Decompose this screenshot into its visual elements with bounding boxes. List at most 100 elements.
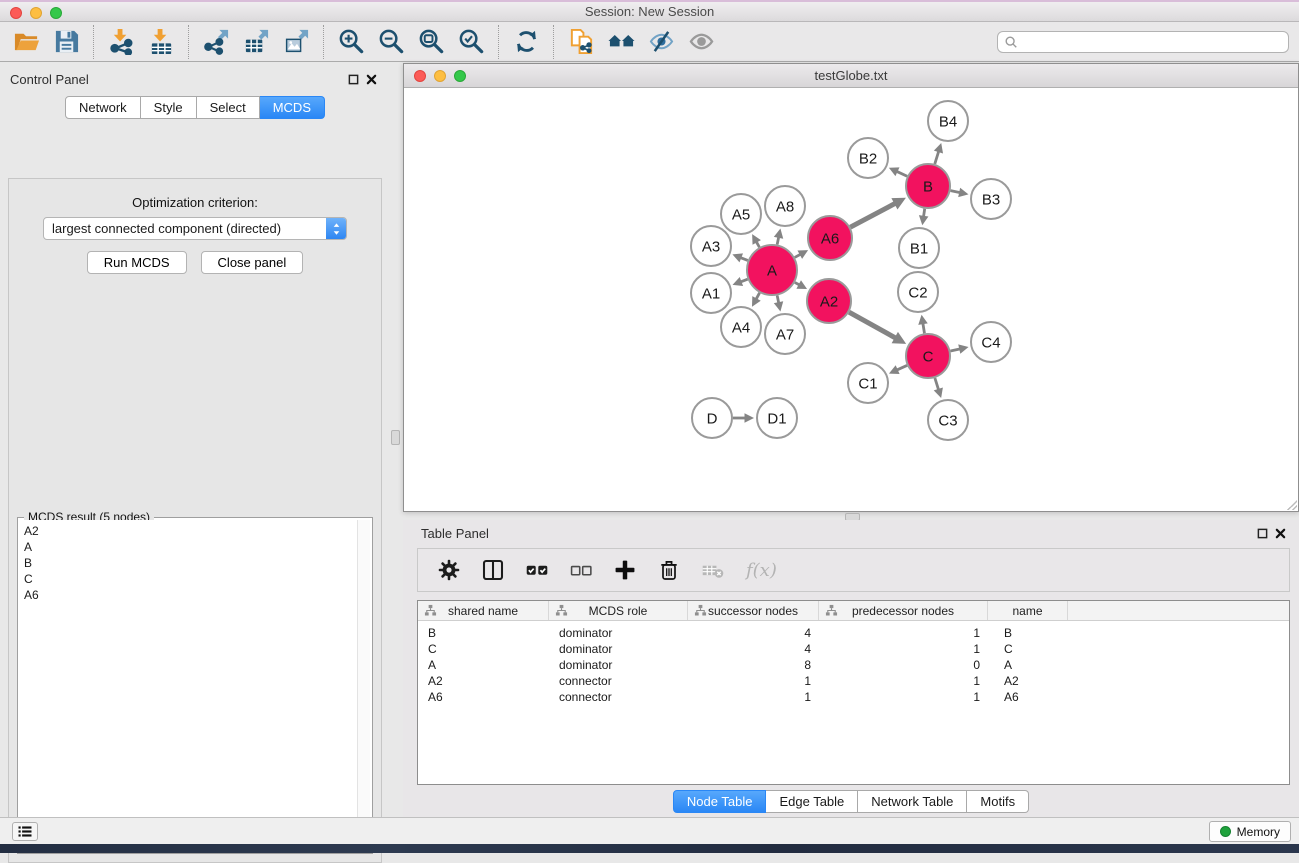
- gear-icon[interactable]: [434, 555, 464, 585]
- mcds-result-item[interactable]: A: [24, 539, 356, 555]
- node-C2[interactable]: C2: [898, 272, 938, 312]
- run-mcds-button[interactable]: Run MCDS: [87, 251, 187, 274]
- network-graph[interactable]: AA6A2BCA1A3A4A5A7A8B1B2B3B4C1C2C3C4DD1: [404, 88, 1298, 511]
- table-cell[interactable]: 8: [688, 658, 819, 672]
- node-B3[interactable]: B3: [971, 179, 1011, 219]
- table-cell[interactable]: A6: [418, 690, 549, 704]
- node-A5[interactable]: A5: [721, 194, 761, 234]
- table-cell[interactable]: dominator: [549, 626, 688, 640]
- close-panel-icon[interactable]: [362, 71, 380, 87]
- node-A7[interactable]: A7: [765, 314, 805, 354]
- delete-row-icon[interactable]: [654, 555, 684, 585]
- minimize-window-button[interactable]: [30, 7, 42, 19]
- function-builder-icon[interactable]: f(x): [742, 555, 781, 585]
- table-cell[interactable]: B: [418, 626, 549, 640]
- node-B1[interactable]: B1: [899, 228, 939, 268]
- node-C1[interactable]: C1: [848, 363, 888, 403]
- table-cell[interactable]: A6: [988, 690, 1068, 704]
- close-window-button[interactable]: [10, 7, 22, 19]
- edge-A-A3[interactable]: [740, 258, 747, 261]
- table-cell[interactable]: 1: [688, 690, 819, 704]
- edge-A2-C[interactable]: [849, 312, 896, 338]
- table-cell[interactable]: A: [988, 658, 1068, 672]
- import-table-icon[interactable]: [141, 25, 181, 59]
- node-C4[interactable]: C4: [971, 322, 1011, 362]
- zoom-selected-icon[interactable]: [451, 25, 491, 59]
- edge-B-B3[interactable]: [951, 191, 961, 193]
- mcds-result-item[interactable]: A2: [24, 523, 356, 539]
- zoom-window-button[interactable]: [50, 7, 62, 19]
- network-window-titlebar[interactable]: testGlobe.txt: [404, 64, 1298, 88]
- network-minimize-button[interactable]: [434, 70, 446, 82]
- table-cell[interactable]: dominator: [549, 642, 688, 656]
- node-A3[interactable]: A3: [691, 226, 731, 266]
- node-C3[interactable]: C3: [928, 400, 968, 440]
- node-A1[interactable]: A1: [691, 273, 731, 313]
- export-network-icon[interactable]: [196, 25, 236, 59]
- tab-motifs[interactable]: Motifs: [967, 790, 1029, 813]
- table-cell[interactable]: 1: [819, 642, 988, 656]
- edge-A-A4[interactable]: [756, 293, 760, 299]
- search-box[interactable]: [997, 31, 1289, 53]
- close-table-panel-icon[interactable]: [1271, 525, 1289, 541]
- table-cell[interactable]: A2: [418, 674, 549, 688]
- refresh-layout-icon[interactable]: [506, 25, 546, 59]
- mcds-result-item[interactable]: A6: [24, 587, 356, 603]
- edge-A6-B[interactable]: [850, 203, 895, 227]
- edge-C-C4[interactable]: [950, 349, 960, 351]
- open-file-icon[interactable]: [6, 25, 46, 59]
- show-graphics-details-icon[interactable]: [681, 25, 721, 59]
- delete-table-icon[interactable]: [698, 555, 728, 585]
- node-A2[interactable]: A2: [807, 279, 851, 323]
- edge-C-C3[interactable]: [935, 378, 939, 390]
- float-table-panel-icon[interactable]: [1253, 525, 1271, 541]
- node-C[interactable]: C: [906, 334, 950, 378]
- column-header-shared-name[interactable]: shared name: [418, 601, 549, 620]
- table-cell[interactable]: A: [418, 658, 549, 672]
- table-cell[interactable]: 4: [688, 642, 819, 656]
- table-cell[interactable]: 1: [819, 626, 988, 640]
- edge-B-B4[interactable]: [935, 151, 939, 164]
- node-A4[interactable]: A4: [721, 307, 761, 347]
- edge-B-B2[interactable]: [897, 171, 908, 176]
- tab-select[interactable]: Select: [197, 96, 260, 119]
- hide-graphics-details-icon[interactable]: [641, 25, 681, 59]
- table-cell[interactable]: connector: [549, 690, 688, 704]
- edge-A-A6[interactable]: [795, 254, 801, 257]
- table-row[interactable]: Cdominator41C: [418, 641, 1289, 657]
- edge-A-A8[interactable]: [777, 237, 779, 245]
- table-cell[interactable]: 1: [819, 674, 988, 688]
- tab-node-table[interactable]: Node Table: [673, 790, 767, 813]
- add-row-icon[interactable]: [610, 555, 640, 585]
- memory-button[interactable]: Memory: [1209, 821, 1291, 842]
- node-D1[interactable]: D1: [757, 398, 797, 438]
- deselect-all-checkboxes-icon[interactable]: [566, 555, 596, 585]
- resize-grip[interactable]: [1287, 500, 1297, 510]
- mcds-result-item[interactable]: C: [24, 571, 356, 587]
- task-history-button[interactable]: [12, 822, 38, 841]
- table-cell[interactable]: 0: [819, 658, 988, 672]
- vertical-split-handle[interactable]: [391, 430, 400, 445]
- tab-edge-table[interactable]: Edge Table: [766, 790, 858, 813]
- new-network-from-selection-icon[interactable]: [561, 25, 601, 59]
- column-header-mcds-role[interactable]: MCDS role: [549, 601, 688, 620]
- edge-B-B1[interactable]: [924, 209, 925, 217]
- zoom-in-icon[interactable]: [331, 25, 371, 59]
- node-D[interactable]: D: [692, 398, 732, 438]
- column-header-name[interactable]: name: [988, 601, 1068, 620]
- node-B[interactable]: B: [906, 164, 950, 208]
- node-A8[interactable]: A8: [765, 186, 805, 226]
- edge-C-C2[interactable]: [923, 323, 925, 333]
- table-row[interactable]: A2connector11A2: [418, 673, 1289, 689]
- network-close-button[interactable]: [414, 70, 426, 82]
- split-columns-icon[interactable]: [478, 555, 508, 585]
- table-row[interactable]: Bdominator41B: [418, 625, 1289, 641]
- tab-style[interactable]: Style: [141, 96, 197, 119]
- node-A[interactable]: A: [747, 245, 797, 295]
- tab-network[interactable]: Network: [65, 96, 141, 119]
- import-network-icon[interactable]: [101, 25, 141, 59]
- mcds-result-item[interactable]: B: [24, 555, 356, 571]
- table-cell[interactable]: 1: [819, 690, 988, 704]
- close-panel-button[interactable]: Close panel: [201, 251, 304, 274]
- edge-C-C1[interactable]: [897, 365, 907, 370]
